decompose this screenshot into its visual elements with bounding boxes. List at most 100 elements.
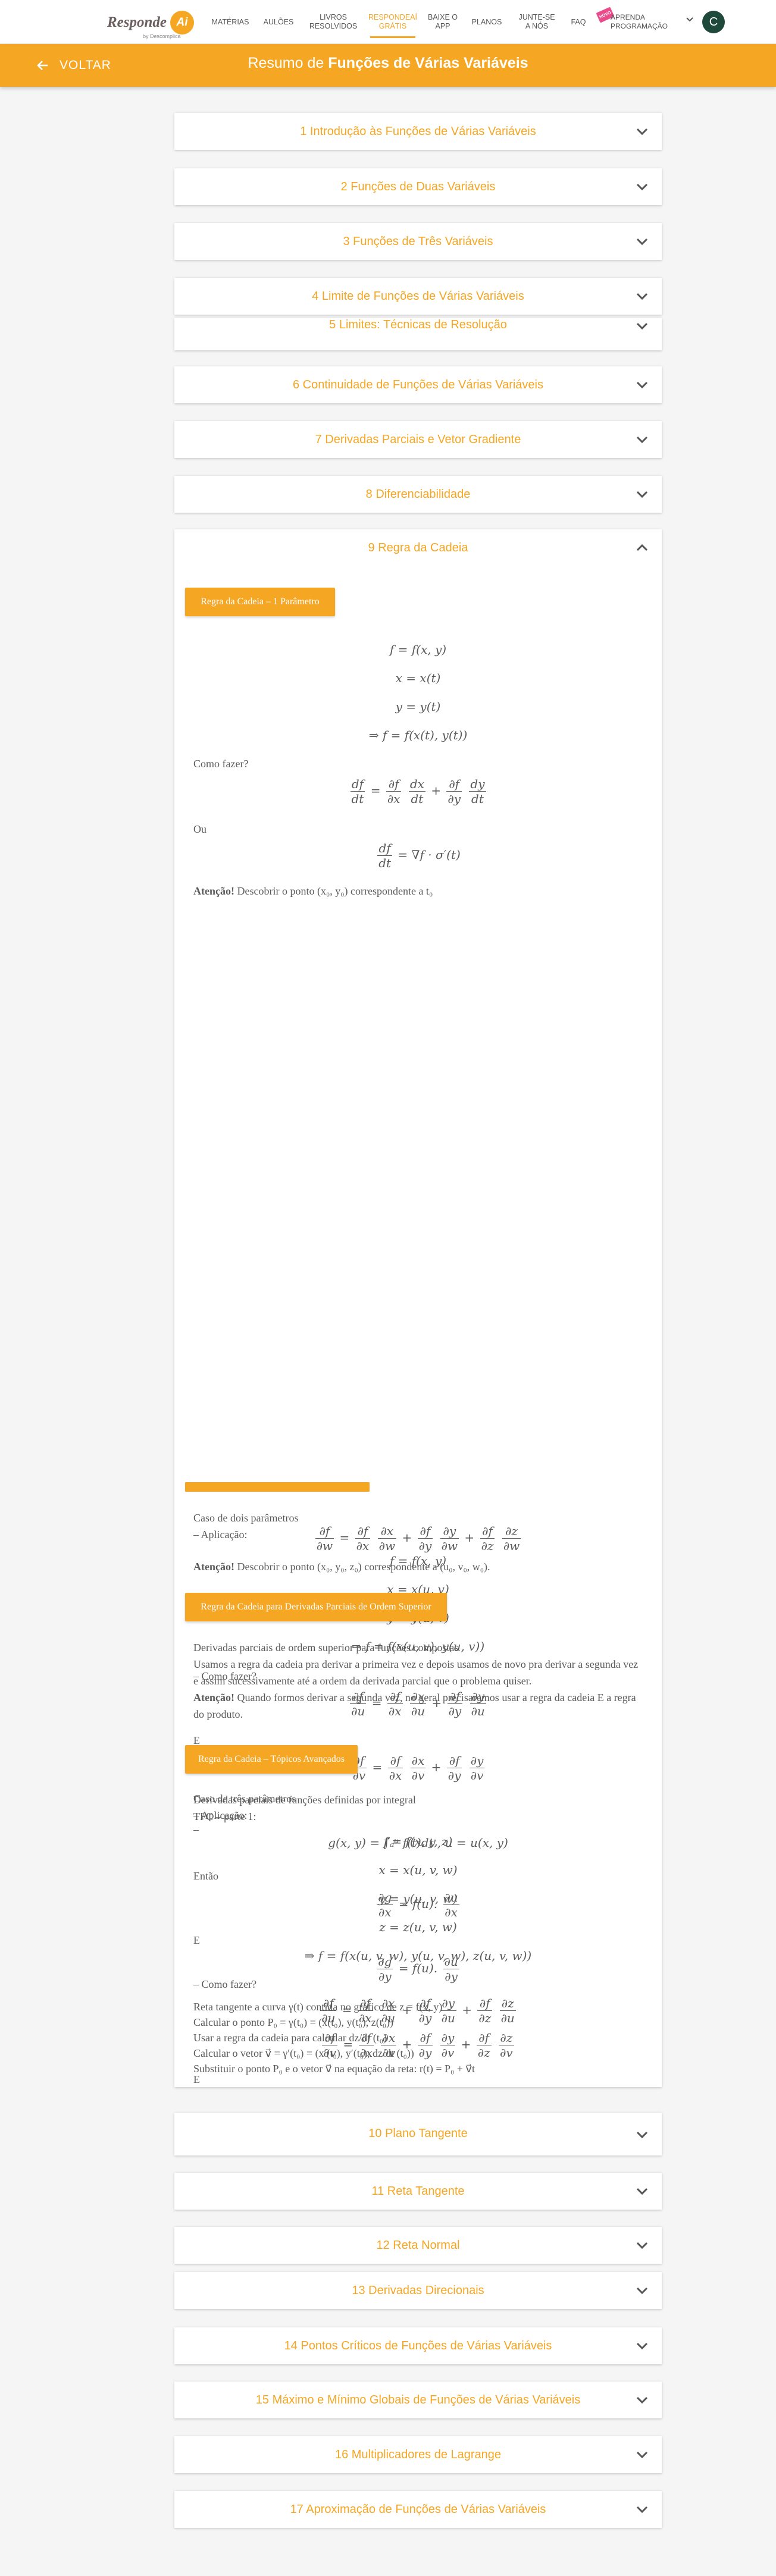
text-ou: Ou <box>193 823 206 835</box>
section-13[interactable]: 13 Derivadas Direcionais <box>174 2272 662 2309</box>
chevron-down-icon <box>636 2131 648 2139</box>
section-title: 8 Diferenciabilidade <box>365 487 471 501</box>
equation-dg-dy: ∂g ∂y = f(u). ∂u ∂y <box>377 1954 459 1984</box>
section-title: 1 Introdução às Funções de Várias Variáv… <box>300 124 536 138</box>
section-9-content-lower: ∂f ∂w = ∂f ∂x ∂x ∂w + ∂f ∂y ∂y ∂w + ∂f ∂z ∂z ∂w… <box>174 1518 662 1589</box>
section-title: 14 Pontos Críticos de Funções de Várias … <box>284 2339 552 2352</box>
section-16[interactable]: 16 Multiplicadores de Lagrange <box>174 2436 662 2473</box>
section-title: 6 Continuidade de Funções de Várias Vari… <box>293 378 543 391</box>
avatar[interactable]: C <box>702 11 725 33</box>
tab-regra-cadeia-ordem-superior[interactable]: Regra da Cadeia para Derivadas Parciais … <box>185 1593 447 1621</box>
chevron-down-icon <box>636 2188 648 2195</box>
section-5[interactable]: 5 Limites: Técnicas de Resolução <box>174 318 662 350</box>
equation-chain-rule-1: df dt = ∂f ∂x dx dt + ∂f ∂y dy dt <box>350 777 486 806</box>
chevron-down-icon <box>636 238 648 246</box>
section-17[interactable]: 17 Aproximação de Funções de Várias Vari… <box>174 2491 662 2528</box>
section-3[interactable]: 3 Funções de Três Variáveis <box>174 223 662 260</box>
section-topicos-avancados-content: Derivadas parciais de funções definidas … <box>174 1791 662 2083</box>
section-title: 11 Reta Tangente <box>371 2184 465 2198</box>
text-reta-2: Calcular o ponto P₀ = γ(t₀) = (x(t₀), y(… <box>193 2016 394 2028</box>
equation: ⇒ f = f(x(t), y(t)) <box>368 728 468 742</box>
page-title: Resumo de Funções de Várias Variáveis <box>0 55 776 72</box>
equation-gradient: df dt = ∇f · σ′(t) <box>377 841 461 870</box>
atencao-label: Atenção! <box>193 1692 234 1703</box>
atencao-label: Atenção! <box>193 885 234 897</box>
text-reta-5: Substituir o ponto P₀ e o vetor v⃗ na eq… <box>193 2063 475 2075</box>
text-entao: Então <box>193 1870 218 1882</box>
text-E: E <box>193 1934 200 1946</box>
equation-partial-w-3: ∂f ∂w = ∂f ∂x ∂x ∂w + ∂f ∂y ∂y ∂w + ∂f ∂z ∂z ∂w <box>315 1524 521 1553</box>
tab-regra-cadeia-topicos-avancados[interactable]: Regra da Cadeia – Tópicos Avançados <box>185 1745 358 1774</box>
section-title[interactable]: 9 Regra da Cadeia <box>174 529 662 566</box>
equation: x = x(t) <box>395 671 441 685</box>
equation: y = y(t) <box>395 699 441 714</box>
text-reta-3: Usar a regra da cadeia para calcular dz/… <box>193 2032 387 2044</box>
menu-faq[interactable]: FAQ <box>567 11 590 33</box>
text-reta-1: Reta tangente a curva γ(t) contida no gr… <box>193 2001 443 2013</box>
logo-ai-badge: Ai <box>170 11 194 34</box>
top-navigation: Responde Ai by Descomplica Matérias Aulõ… <box>0 0 776 44</box>
section-12[interactable]: 12 Reta Normal <box>174 2227 662 2264</box>
section-4[interactable]: 4 Limite de Funções de Várias Variáveis <box>174 278 662 315</box>
text-reta-4: Calcular o vetor v⃗ = γ′(t₀) = (x′(t₀), … <box>193 2047 414 2059</box>
section-title: 2 Funções de Duas Variáveis <box>340 180 496 193</box>
atencao-label: Atenção! <box>193 1561 234 1573</box>
section-11[interactable]: 11 Reta Tangente <box>174 2173 662 2210</box>
section-1[interactable]: 1 Introdução às Funções de Várias Variáv… <box>174 113 662 150</box>
text-como-fazer: Como fazer? <box>193 758 249 770</box>
menu-auloes[interactable]: Aulões <box>261 11 296 33</box>
chevron-down-icon <box>636 183 648 191</box>
page-title-prefix: Resumo de <box>248 55 324 71</box>
section-10[interactable]: 10 Plano Tangente <box>174 2113 662 2155</box>
chevron-down-icon <box>636 2506 648 2514</box>
chevron-down-icon <box>636 2396 648 2404</box>
equation: f = f(x, y) <box>389 642 447 657</box>
section-14[interactable]: 14 Pontos Críticos de Funções de Várias … <box>174 2327 662 2364</box>
section-title: 12 Reta Normal <box>376 2238 460 2252</box>
chevron-down-icon <box>636 2342 648 2350</box>
section-title: 17 Aproximação de Funções de Várias Vari… <box>290 2502 546 2516</box>
section-title: 7 Derivadas Parciais e Vetor Gradiente <box>315 432 521 446</box>
menu-livros-resolvidos[interactable]: Livros Resolvidos <box>306 11 360 33</box>
chevron-down-icon <box>636 293 648 300</box>
atencao-text: Descobrir o ponto (x₀, y₀) correspondent… <box>237 885 433 897</box>
menu-junte-se[interactable]: Junte-se a nós <box>515 11 558 33</box>
tab-bar-empty[interactable] <box>185 1482 370 1492</box>
section-15[interactable]: 15 Máximo e Mínimo Globais de Funções de… <box>174 2382 662 2418</box>
section-7[interactable]: 7 Derivadas Parciais e Vetor Gradiente <box>174 421 662 458</box>
section-title: 13 Derivadas Direcionais <box>352 2283 484 2297</box>
chevron-down-icon <box>636 381 648 389</box>
tab-regra-cadeia-1-parametro[interactable]: Regra da Cadeia – 1 Parâmetro <box>185 588 335 616</box>
section-title: 4 Limite de Funções de Várias Variáveis <box>312 289 524 303</box>
menu-baixe-o-app[interactable]: Baixe o App <box>426 11 459 33</box>
section-title: 3 Funções de Três Variáveis <box>343 234 493 248</box>
section-6[interactable]: 6 Continuidade de Funções de Várias Vari… <box>174 366 662 403</box>
section-title: 10 Plano Tangente <box>368 2127 468 2140</box>
chevron-down-icon <box>636 491 648 498</box>
chevron-down-icon[interactable] <box>686 15 694 24</box>
logo[interactable]: Responde Ai by Descomplica <box>107 8 194 39</box>
menu-planos[interactable]: Planos <box>468 11 506 33</box>
menu-materias[interactable]: Matérias <box>209 11 251 33</box>
section-title: 5 Limites: Técnicas de Resolução <box>329 318 507 331</box>
page-title-subject: Funções de Várias Variáveis <box>328 55 528 71</box>
promo-programacao[interactable]: NOVO Aprenda Programação <box>595 7 668 34</box>
chevron-up-icon[interactable] <box>636 542 649 553</box>
chevron-down-icon <box>636 2287 648 2295</box>
chevron-down-icon <box>636 2451 648 2459</box>
chevron-down-icon <box>636 436 648 444</box>
menu-respondeai-gratis[interactable]: Respondeaí Grátis <box>368 11 418 38</box>
equation-dg-dx: ∂g ∂x = f(u). ∂u ∂x <box>377 1890 459 1919</box>
text-atencao-2: Atenção! Descobrir o ponto (x₀, y₀, z₀) … <box>193 1558 644 1575</box>
page-header: VOLTAR Resumo de Funções de Várias Variá… <box>0 44 776 87</box>
text-atencao-1: Atenção! Descobrir o ponto (x₀, y₀) corr… <box>193 883 644 899</box>
atencao-text: Quando formos derivar a segunda vez, no … <box>193 1692 636 1720</box>
section-8[interactable]: 8 Diferenciabilidade <box>174 476 662 513</box>
section-title: 15 Máximo e Mínimo Globais de Funções de… <box>255 2393 581 2406</box>
logo-text: Responde <box>107 14 167 30</box>
text-ordem-superior-title: Derivadas parciais de ordem superior par… <box>193 1642 459 1653</box>
chevron-down-icon <box>636 322 648 330</box>
atencao-text: Descobrir o ponto (x₀, y₀, z₀) correspon… <box>237 1561 490 1573</box>
text-ordem-superior-atencao: Atenção! Quando formos derivar a segunda… <box>193 1689 644 1722</box>
section-2[interactable]: 2 Funções de Duas Variáveis <box>174 168 662 205</box>
